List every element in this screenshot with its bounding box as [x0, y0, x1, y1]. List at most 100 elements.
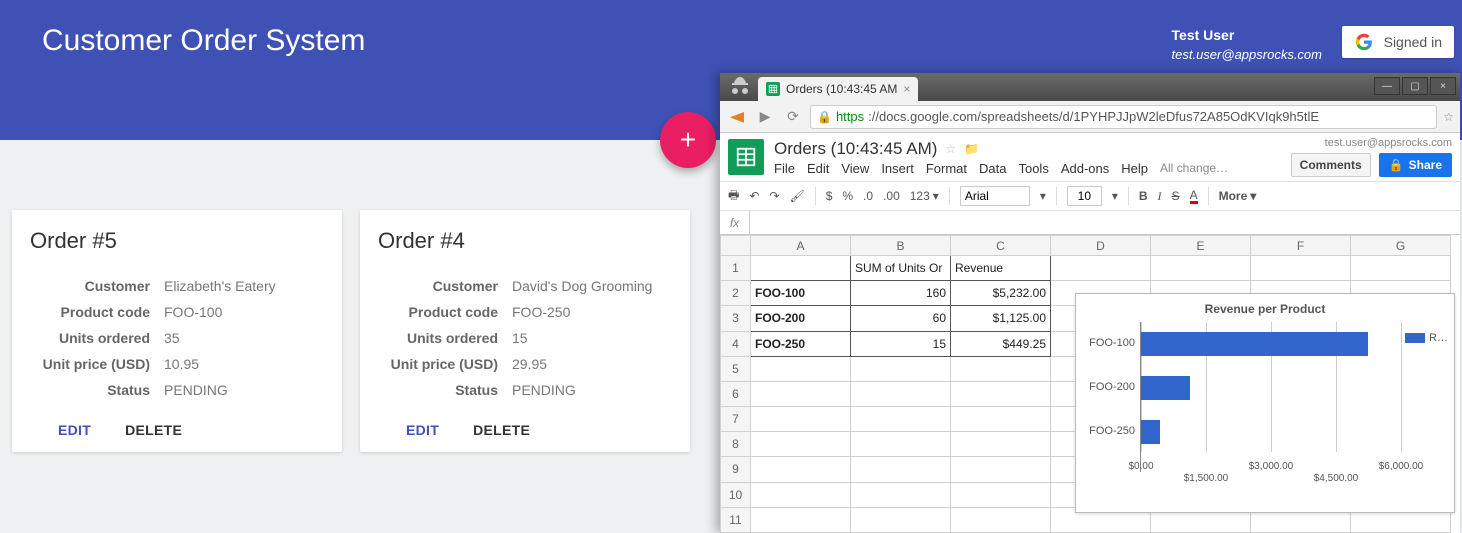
bold-button[interactable]: B	[1139, 189, 1148, 203]
menu-data[interactable]: Data	[979, 161, 1006, 176]
cell[interactable]: $1,125.00	[951, 306, 1051, 331]
cell[interactable]: 15	[851, 331, 951, 356]
cell[interactable]	[1051, 256, 1151, 281]
cell[interactable]	[851, 356, 951, 381]
embedded-chart[interactable]: Revenue per Product R… $0.00$1,500.00$3,…	[1075, 293, 1455, 513]
comments-button[interactable]: Comments	[1291, 153, 1371, 177]
nav-forward-icon[interactable]: ▶	[754, 106, 776, 128]
edit-button[interactable]: EDIT	[58, 422, 91, 438]
bookmark-star-icon[interactable]: ☆	[1443, 110, 1454, 124]
cell[interactable]	[951, 432, 1051, 457]
browser-tab[interactable]: Orders (10:43:45 AM ×	[758, 77, 918, 101]
cell[interactable]	[851, 457, 951, 482]
col-header[interactable]: D	[1051, 236, 1151, 256]
number-format-button[interactable]: 123 ▾	[910, 189, 939, 203]
cell[interactable]: FOO-100	[751, 281, 851, 306]
delete-button[interactable]: DELETE	[125, 422, 182, 438]
row-header[interactable]: 2	[721, 281, 751, 306]
cell[interactable]: FOO-200	[751, 306, 851, 331]
redo-icon[interactable]: ↷	[769, 189, 779, 203]
row-header[interactable]: 9	[721, 457, 751, 482]
cell[interactable]	[951, 482, 1051, 507]
undo-icon[interactable]: ↶	[749, 189, 759, 203]
row-header[interactable]: 11	[721, 507, 751, 532]
cell[interactable]: SUM of Units Or	[851, 256, 951, 281]
nav-back-icon[interactable]: ◀	[723, 106, 752, 128]
cell[interactable]	[751, 381, 851, 406]
window-minimize-button[interactable]: —	[1374, 77, 1400, 95]
add-order-fab[interactable]: +	[660, 112, 716, 168]
cell[interactable]	[851, 381, 951, 406]
strikethrough-button[interactable]: S	[1172, 189, 1180, 203]
cell[interactable]	[751, 507, 851, 532]
sheets-user-email[interactable]: test.user@appsrocks.com	[1325, 137, 1452, 149]
cell[interactable]	[951, 407, 1051, 432]
tab-close-icon[interactable]: ×	[903, 82, 910, 96]
italic-button[interactable]: I	[1158, 189, 1162, 204]
menu-insert[interactable]: Insert	[881, 161, 914, 176]
doc-folder-icon[interactable]: 📁	[964, 142, 979, 156]
cell[interactable]	[951, 457, 1051, 482]
row-header[interactable]: 6	[721, 381, 751, 406]
cell[interactable]	[751, 256, 851, 281]
cell[interactable]	[751, 482, 851, 507]
sheets-logo-icon[interactable]	[728, 139, 764, 175]
changes-note[interactable]: All change…	[1160, 161, 1228, 175]
cell[interactable]	[851, 507, 951, 532]
menu-edit[interactable]: Edit	[807, 161, 829, 176]
cell[interactable]: $5,232.00	[951, 281, 1051, 306]
doc-title[interactable]: Orders (10:43:45 AM)	[774, 139, 937, 159]
row-header[interactable]: 8	[721, 432, 751, 457]
col-header[interactable]: C	[951, 236, 1051, 256]
cell[interactable]: Revenue	[951, 256, 1051, 281]
decrease-decimal-button[interactable]: .0	[863, 189, 873, 203]
cell[interactable]: 160	[851, 281, 951, 306]
share-button[interactable]: 🔒Share	[1379, 153, 1452, 177]
url-input[interactable]: 🔒 https://docs.google.com/spreadsheets/d…	[810, 105, 1437, 129]
chevron-down-icon[interactable]: ▾	[1040, 189, 1046, 203]
text-color-button[interactable]: A	[1190, 189, 1198, 204]
col-header[interactable]: F	[1251, 236, 1351, 256]
cell[interactable]	[951, 507, 1051, 532]
menu-addons[interactable]: Add-ons	[1061, 161, 1109, 176]
cell[interactable]: $449.25	[951, 331, 1051, 356]
menu-help[interactable]: Help	[1121, 161, 1148, 176]
row-header[interactable]: 4	[721, 331, 751, 356]
cell[interactable]	[1151, 256, 1251, 281]
font-name-select[interactable]	[960, 186, 1030, 206]
cell[interactable]	[851, 482, 951, 507]
col-header[interactable]: G	[1351, 236, 1451, 256]
cell[interactable]	[851, 407, 951, 432]
cell[interactable]	[951, 356, 1051, 381]
menu-view[interactable]: View	[841, 161, 869, 176]
col-header[interactable]: B	[851, 236, 951, 256]
chevron-down-icon[interactable]: ▾	[1112, 189, 1118, 203]
row-header[interactable]: 10	[721, 482, 751, 507]
paint-format-icon[interactable]: 🖌	[789, 189, 804, 203]
col-header[interactable]: E	[1151, 236, 1251, 256]
window-close-button[interactable]: ×	[1430, 77, 1456, 95]
increase-decimal-button[interactable]: .00	[883, 189, 900, 203]
cell[interactable]	[751, 432, 851, 457]
row-header[interactable]: 5	[721, 356, 751, 381]
currency-button[interactable]: $	[826, 189, 833, 203]
col-header[interactable]: A	[751, 236, 851, 256]
menu-format[interactable]: Format	[926, 161, 967, 176]
menu-file[interactable]: File	[774, 161, 795, 176]
window-maximize-button[interactable]: ▢	[1402, 77, 1428, 95]
cell[interactable]	[751, 457, 851, 482]
more-button[interactable]: More ▾	[1219, 189, 1257, 203]
cell[interactable]	[1351, 256, 1451, 281]
row-header[interactable]: 7	[721, 407, 751, 432]
font-size-select[interactable]	[1067, 186, 1102, 206]
print-icon[interactable]: 🖶	[728, 186, 739, 207]
cell[interactable]: 60	[851, 306, 951, 331]
row-header[interactable]: 1	[721, 256, 751, 281]
cell[interactable]	[751, 407, 851, 432]
percent-button[interactable]: %	[842, 189, 853, 203]
cell[interactable]	[1251, 256, 1351, 281]
cell[interactable]: FOO-250	[751, 331, 851, 356]
signin-chip[interactable]: Signed in	[1342, 26, 1454, 58]
nav-reload-icon[interactable]: ⟳	[782, 106, 804, 128]
formula-input[interactable]	[750, 211, 1460, 234]
